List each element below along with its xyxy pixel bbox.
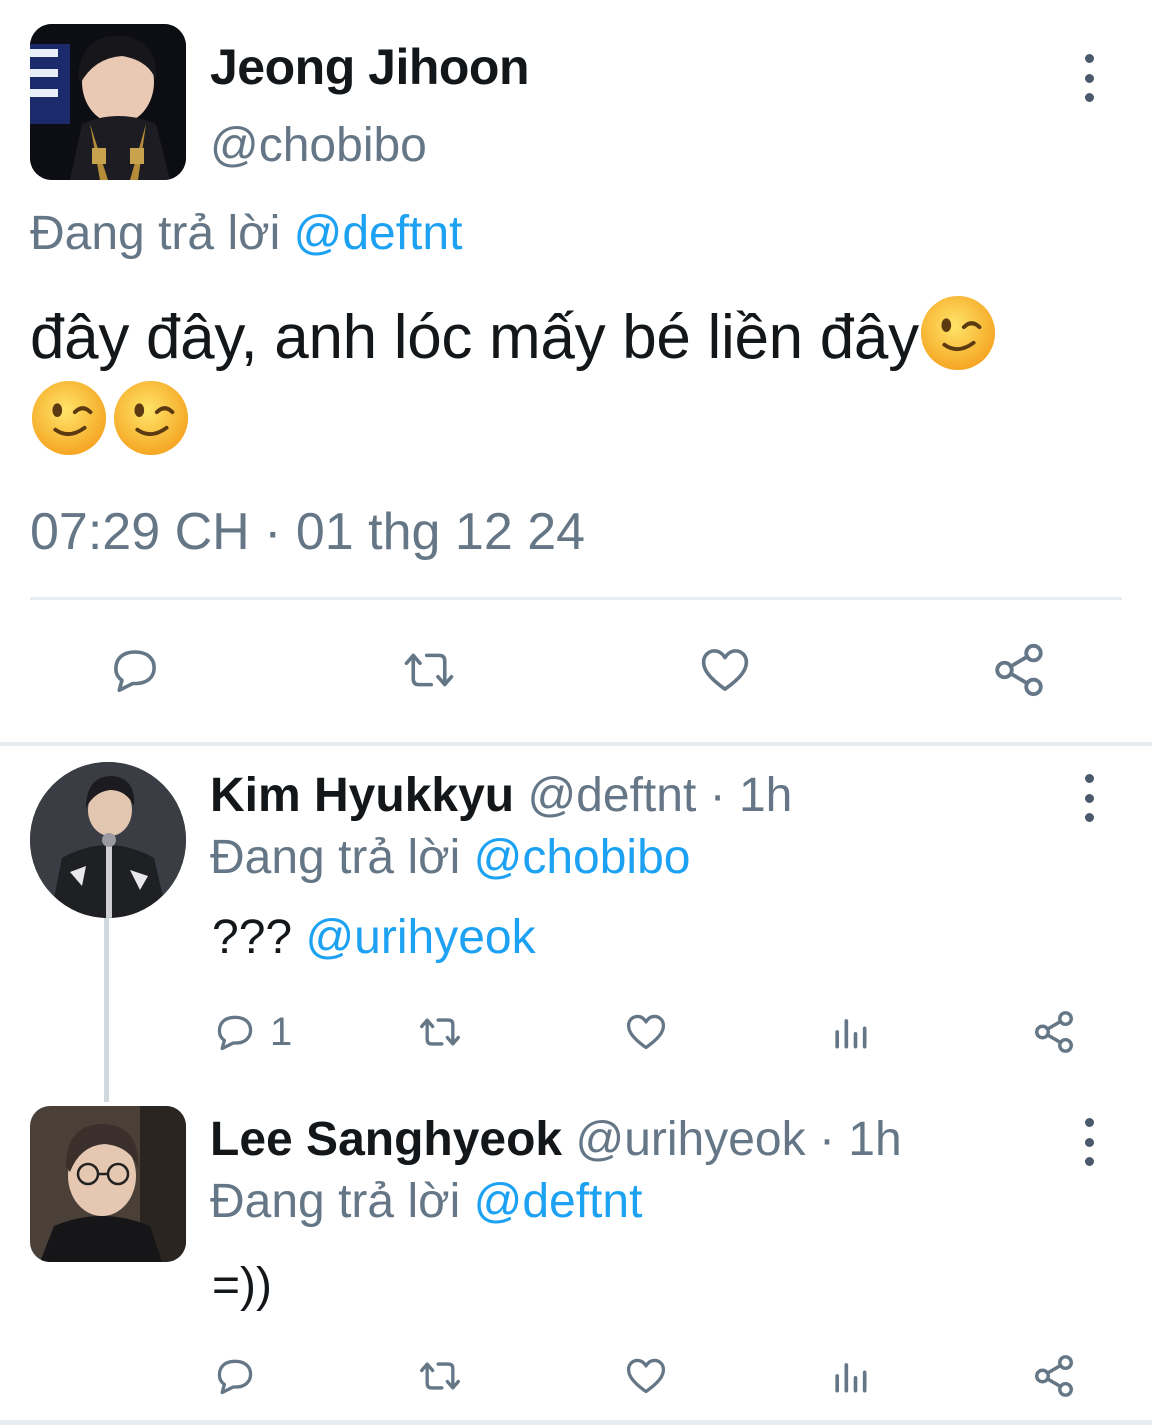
analytics-icon bbox=[835, 1363, 867, 1393]
author-handle[interactable]: @chobibo bbox=[210, 118, 427, 173]
winking-face-emoji-icon bbox=[113, 380, 189, 456]
kim-hyukkyu-avatar[interactable] bbox=[30, 762, 186, 918]
author-handle[interactable]: @deftnt bbox=[527, 769, 696, 822]
heart-icon bbox=[701, 649, 749, 691]
tweet-text-content: đây đây, anh lóc mấy bé liền đây bbox=[30, 303, 919, 372]
like-button[interactable] bbox=[620, 1008, 672, 1056]
avatar-photo bbox=[30, 762, 186, 918]
time-separator: · bbox=[696, 769, 739, 822]
jeong-jihoon-avatar[interactable] bbox=[30, 24, 186, 180]
replying-to-mention[interactable]: @deftnt bbox=[474, 1175, 643, 1228]
heart-icon bbox=[626, 1358, 666, 1394]
retweet-button[interactable] bbox=[394, 638, 464, 702]
share-icon bbox=[1035, 1355, 1073, 1397]
reply-time[interactable]: 1h bbox=[739, 769, 792, 822]
more-options-icon[interactable] bbox=[1077, 774, 1101, 822]
author-name[interactable]: Jeong Jihoon bbox=[210, 38, 530, 96]
author-name[interactable]: Lee Sanghyeok bbox=[210, 1113, 562, 1166]
reply-text: ??? @urihyeok bbox=[212, 910, 536, 965]
reply-mention[interactable]: @urihyeok bbox=[305, 911, 535, 964]
reply-button[interactable] bbox=[212, 1352, 258, 1400]
retweet-icon bbox=[404, 653, 454, 687]
retweet-icon bbox=[420, 1018, 460, 1046]
reply-icon bbox=[217, 1359, 253, 1395]
analytics-icon bbox=[835, 1019, 867, 1049]
avatar-photo bbox=[30, 1106, 186, 1262]
replying-to-mention[interactable]: @chobibo bbox=[474, 831, 691, 884]
tweet-text: đây đây, anh lóc mấy bé liền đây bbox=[30, 294, 1130, 464]
retweet-icon bbox=[420, 1362, 460, 1390]
replying-to: Đang trả lời @chobibo bbox=[210, 830, 690, 885]
tweet-timestamp[interactable]: 07:29 CH · 01 thg 12 24 bbox=[30, 502, 585, 562]
lee-sanghyeok-avatar[interactable] bbox=[30, 1106, 186, 1262]
analytics-button[interactable] bbox=[826, 1008, 874, 1056]
replying-to: Đang trả lời @deftnt bbox=[30, 206, 462, 261]
winking-face-emoji-icon bbox=[920, 295, 995, 371]
divider bbox=[0, 742, 1152, 746]
replying-to-label: Đang trả lời bbox=[210, 831, 461, 884]
divider bbox=[0, 1420, 1152, 1425]
heart-icon bbox=[626, 1014, 666, 1050]
reply-time[interactable]: 1h bbox=[848, 1113, 901, 1166]
reply-button[interactable]: 1 bbox=[212, 1008, 292, 1056]
time-separator: · bbox=[805, 1113, 849, 1166]
share-button[interactable] bbox=[1030, 1352, 1078, 1400]
reply-button[interactable] bbox=[100, 638, 170, 702]
like-button[interactable] bbox=[620, 1352, 672, 1400]
replying-to-label: Đang trả lời bbox=[210, 1175, 461, 1228]
avatar-photo bbox=[30, 24, 186, 180]
share-icon bbox=[995, 643, 1043, 697]
like-button[interactable] bbox=[690, 638, 760, 702]
reply-icon bbox=[217, 1015, 253, 1051]
share-button[interactable] bbox=[1030, 1008, 1078, 1056]
share-icon bbox=[1035, 1011, 1073, 1053]
reply-text-content: ??? bbox=[212, 911, 293, 964]
reply-header: Kim Hyukkyu @deftnt · 1h bbox=[210, 768, 792, 823]
thread-line bbox=[104, 918, 109, 1102]
reply-icon bbox=[114, 650, 156, 693]
analytics-button[interactable] bbox=[826, 1352, 874, 1400]
reply-count: 1 bbox=[270, 1009, 293, 1054]
reply-header: Lee Sanghyeok @urihyeok · 1h bbox=[210, 1112, 902, 1167]
winking-face-emoji-icon bbox=[31, 380, 107, 456]
replying-to: Đang trả lời @deftnt bbox=[210, 1174, 642, 1229]
replying-to-label: Đang trả lời bbox=[30, 207, 281, 260]
retweet-button[interactable] bbox=[412, 1352, 468, 1400]
more-options-icon[interactable] bbox=[1077, 54, 1101, 102]
reply-text: =)) bbox=[212, 1259, 272, 1312]
author-name[interactable]: Kim Hyukkyu bbox=[210, 769, 514, 822]
share-button[interactable] bbox=[984, 638, 1054, 702]
retweet-button[interactable] bbox=[412, 1008, 468, 1056]
more-options-icon[interactable] bbox=[1077, 1118, 1101, 1166]
author-handle[interactable]: @urihyeok bbox=[575, 1113, 805, 1166]
replying-to-mention[interactable]: @deftnt bbox=[294, 207, 463, 260]
divider bbox=[30, 597, 1122, 600]
